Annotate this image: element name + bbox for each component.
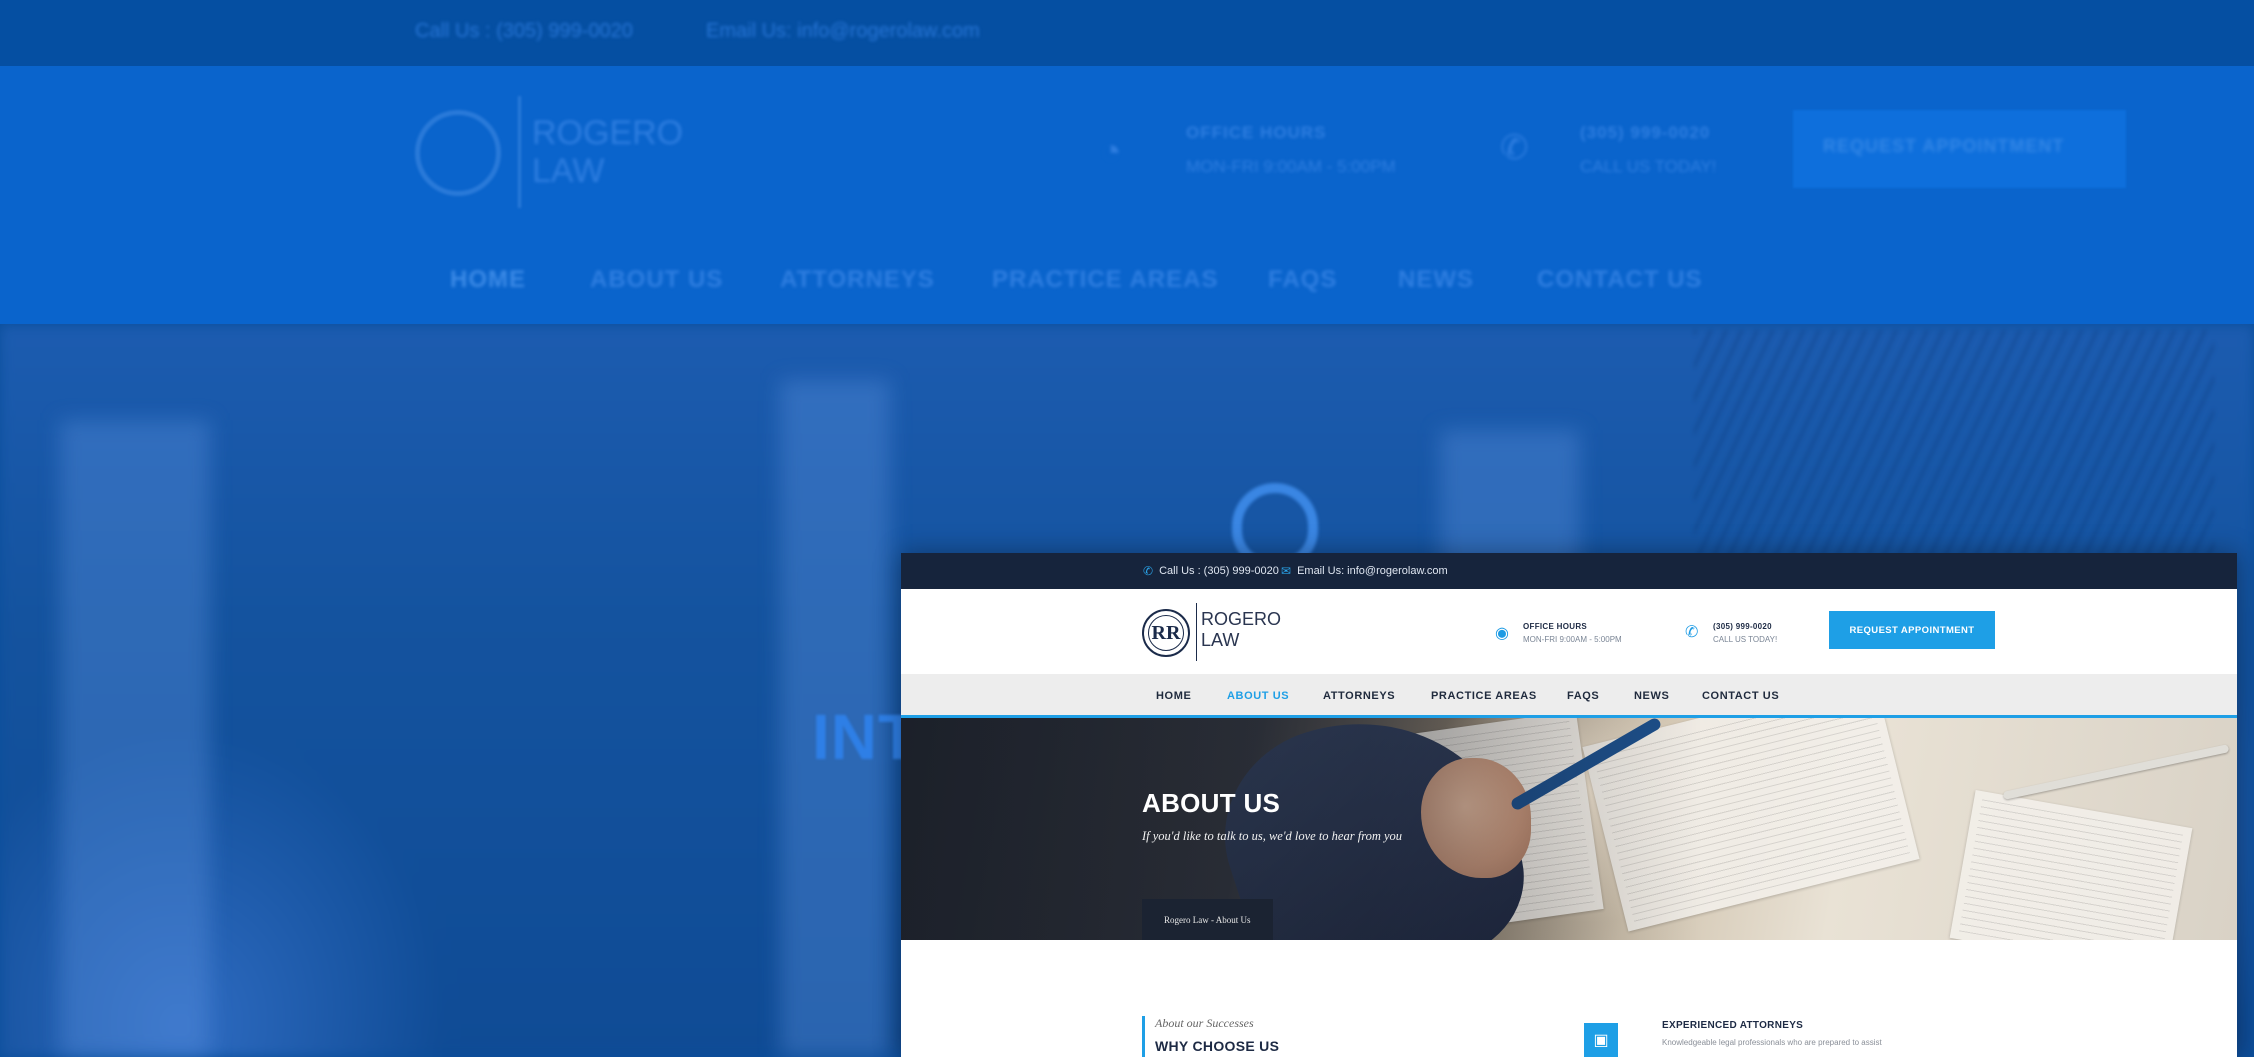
background-nav-item: HOME xyxy=(450,266,526,293)
nav-item-attorneys[interactable]: ATTORNEYS xyxy=(1323,690,1395,702)
background-nav-item: NEWS xyxy=(1398,266,1474,293)
background-phone-number: (305) 999-0020 xyxy=(1580,123,1711,142)
logo-text[interactable]: ROGERO LAW xyxy=(1201,609,1281,651)
nav-item-news[interactable]: NEWS xyxy=(1634,690,1669,702)
background-cta-label: REQUEST APPOINTMENT xyxy=(1823,136,2065,156)
content-section: About our Successes WHY CHOOSE US ▣ EXPE… xyxy=(901,940,2237,1057)
background-nav-item: PRACTICE AREAS xyxy=(992,266,1219,293)
website-mockup: ✆ Call Us : (305) 999-0020 ✉ Email Us: i… xyxy=(901,553,2237,1057)
nav-item-home[interactable]: HOME xyxy=(1156,690,1191,702)
envelope-icon: ✉ xyxy=(1281,564,1292,578)
background-phone-text: Call Us : (305) 999-0020 xyxy=(415,20,633,42)
background-logo-line1: ROGERO xyxy=(532,114,684,152)
page-subtitle: If you'd like to talk to us, we'd love t… xyxy=(1142,829,1403,843)
briefcase-icon: ▣ xyxy=(1584,1023,1618,1057)
background-logo-mark xyxy=(415,110,501,196)
background-nav-item: FAQS xyxy=(1268,266,1338,293)
background-topbar: Call Us : (305) 999-0020 Email Us: info@… xyxy=(0,0,2254,66)
nav-item-contact-us[interactable]: CONTACT US xyxy=(1702,690,1779,702)
page-title: ABOUT US xyxy=(1142,788,1281,818)
nav-item-about-us[interactable]: ABOUT US xyxy=(1227,690,1289,702)
background-office-hours-text: MON-FRI 9:00AM - 5:00PM xyxy=(1186,157,1396,176)
logo-mark[interactable]: RR xyxy=(1142,609,1190,657)
header-phone-number: (305) 999-0020 xyxy=(1713,622,1772,631)
nav-item-faqs[interactable]: FAQS xyxy=(1567,690,1599,702)
request-appointment-button[interactable]: REQUEST APPOINTMENT xyxy=(1829,611,1995,649)
phone-block[interactable]: (305) 999-0020 CALL US TODAY! xyxy=(1713,620,1777,646)
section-kicker: About our Successes xyxy=(1155,1016,1254,1030)
page-hero: ABOUT US If you'd like to talk to us, we… xyxy=(901,718,2237,940)
background-email-text: Email Us: info@rogerolaw.com xyxy=(706,20,980,42)
background-phone-icon: ✆ xyxy=(1500,129,1529,167)
background-nav-item: CONTACT US xyxy=(1537,266,1703,293)
logo-divider xyxy=(1196,603,1197,661)
background-pillar xyxy=(60,420,210,1057)
background-office-hours-title: OFFICE HOURS xyxy=(1186,123,1327,142)
topbar-email-text: Email Us: info@rogerolaw.com xyxy=(1297,565,1448,577)
logo-line1: ROGERO xyxy=(1201,609,1282,629)
topbar-phone-text: Call Us : (305) 999-0020 xyxy=(1159,565,1279,577)
nav-item-practice-areas[interactable]: PRACTICE AREAS xyxy=(1431,690,1537,702)
office-hours-title: OFFICE HOURS xyxy=(1523,622,1588,631)
background-call-text: CALL US TODAY! xyxy=(1580,157,1717,176)
logo-line2: LAW xyxy=(1201,630,1240,650)
background-logo-divider xyxy=(518,96,521,208)
topbar-phone[interactable]: ✆ Call Us : (305) 999-0020 xyxy=(1143,564,1279,578)
feature-text: Knowledgeable legal professionals who ar… xyxy=(1662,1038,1882,1047)
phone-icon: ✆ xyxy=(1143,564,1154,578)
background-nav-item: ABOUT US xyxy=(590,266,724,293)
header-call-text: CALL US TODAY! xyxy=(1713,635,1778,644)
feature-title: EXPERIENCED ATTORNEYS xyxy=(1662,1020,1804,1031)
background-cta-button: REQUEST APPOINTMENT xyxy=(1793,110,2126,188)
background-clock-icon: ◔ xyxy=(1100,130,1122,171)
background-nav-item: ATTORNEYS xyxy=(780,266,935,293)
section-accent-bar xyxy=(1142,1016,1145,1057)
topbar-email[interactable]: ✉ Email Us: info@rogerolaw.com xyxy=(1281,564,1448,578)
background-logo-line2: LAW xyxy=(532,152,605,190)
breadcrumb[interactable]: Rogero Law - About Us xyxy=(1142,899,1273,940)
clock-icon: ◉ xyxy=(1495,625,1509,642)
office-hours-text: MON-FRI 9:00AM - 5:00PM xyxy=(1523,635,1622,644)
main-nav: HOME ABOUT US ATTORNEYS PRACTICE AREAS F… xyxy=(901,674,2237,718)
hero-overlay xyxy=(901,718,2237,940)
mockup-topbar: ✆ Call Us : (305) 999-0020 ✉ Email Us: i… xyxy=(901,553,2237,589)
section-heading: WHY CHOOSE US xyxy=(1155,1038,1280,1054)
phone-icon: ✆ xyxy=(1685,624,1699,641)
office-hours-block: OFFICE HOURS MON-FRI 9:00AM - 5:00PM xyxy=(1523,620,1622,646)
mockup-header: RR ROGERO LAW ◉ OFFICE HOURS MON-FRI 9:0… xyxy=(901,589,2237,674)
logo-ring xyxy=(1148,615,1184,651)
